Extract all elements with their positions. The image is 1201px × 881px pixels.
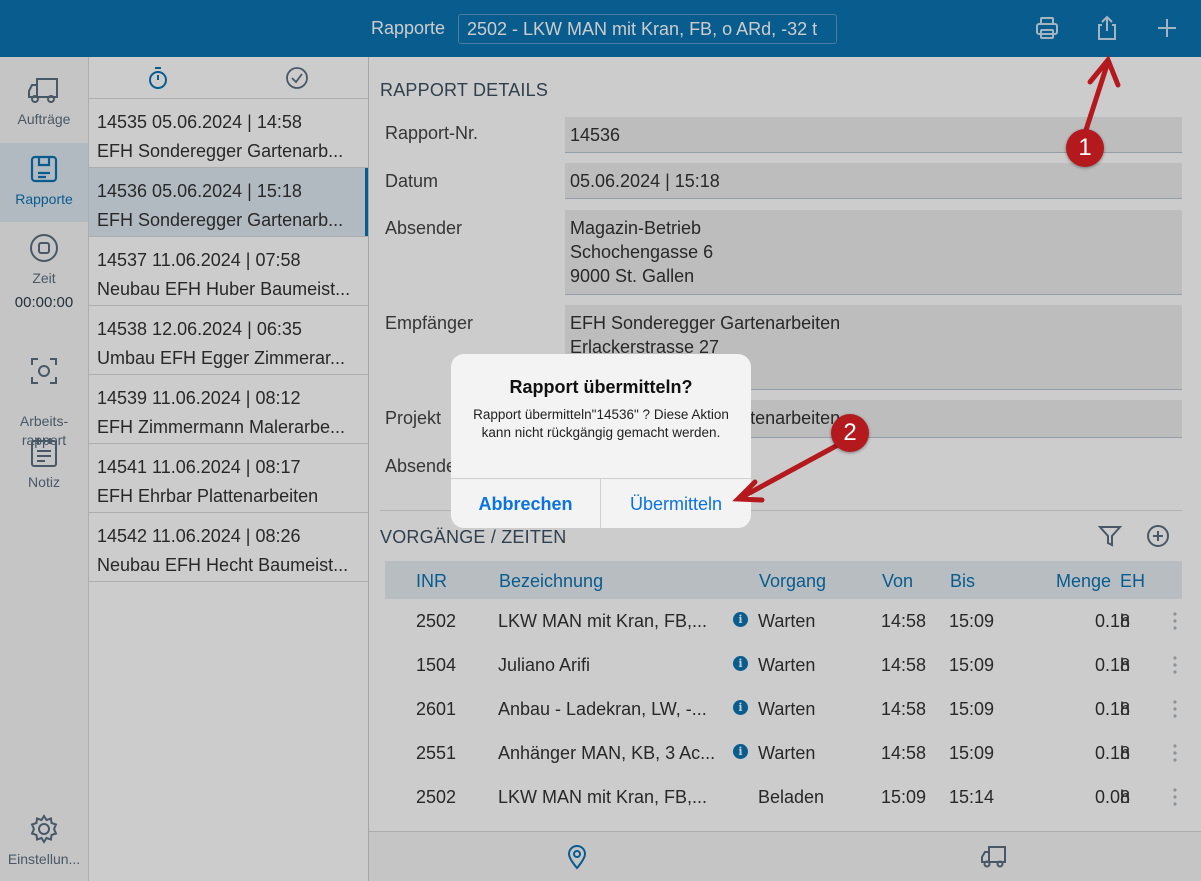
annotation-arrows bbox=[732, 55, 1121, 503]
annotation-badge-1: 1 bbox=[1066, 129, 1104, 167]
annotation-badge-2: 2 bbox=[831, 414, 869, 452]
